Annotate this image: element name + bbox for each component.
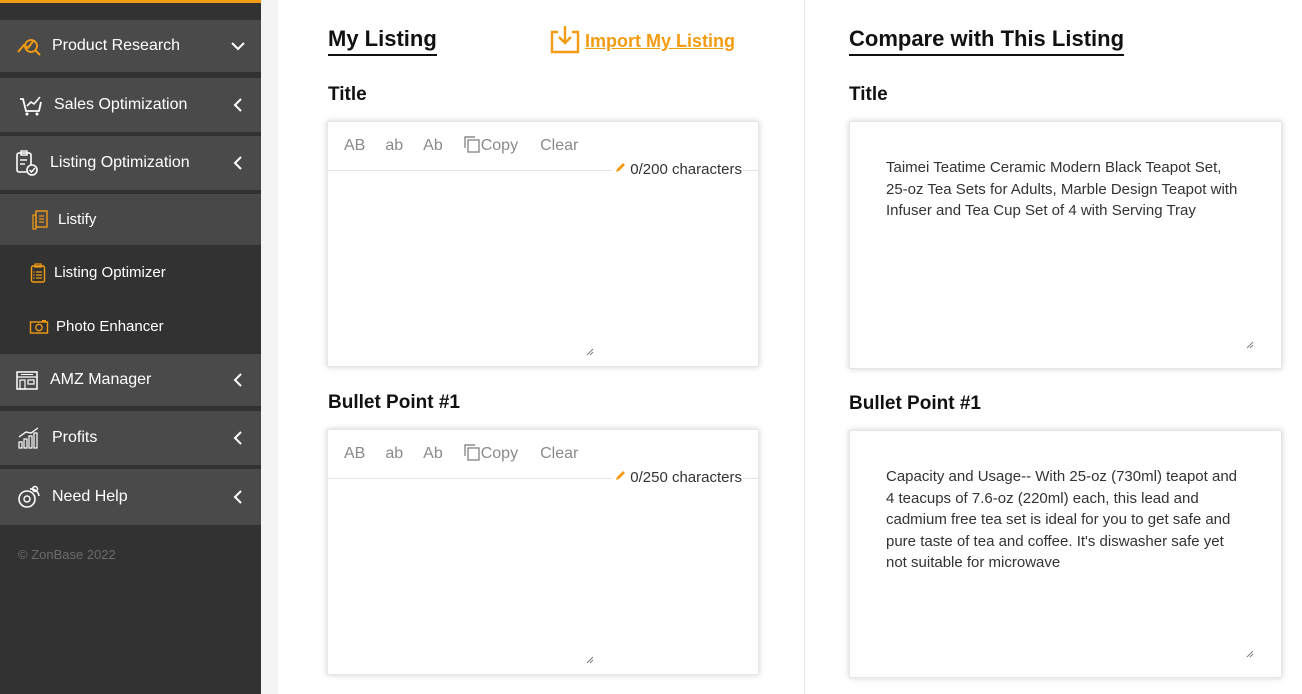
chevron-left-icon[interactable] [231, 490, 245, 504]
chevron-left-icon[interactable] [231, 98, 245, 112]
resize-handle-icon[interactable] [586, 343, 594, 356]
resize-handle-icon[interactable] [586, 651, 594, 664]
sidebar-item-label: Listing Optimizer [54, 264, 166, 281]
sidebar-item-label: Listify [58, 211, 97, 228]
title-counter-text: 0/200 characters [630, 161, 742, 178]
checklist-icon [28, 260, 48, 286]
resize-handle-icon[interactable] [1246, 645, 1254, 658]
clear-button[interactable]: Clear [540, 137, 578, 155]
sidebar-item-label: Sales Optimization [54, 96, 188, 113]
my-bullet1-editor: AB ab Ab Copy Clear 0/250 characters [327, 429, 759, 675]
capitalize-button[interactable]: Ab [423, 445, 443, 463]
my-title-editor: AB ab Ab Copy Clear 0/200 characters [327, 121, 759, 367]
import-my-listing-label: Import My Listing [585, 31, 735, 51]
pencil-icon [614, 469, 627, 486]
sidebar-item-label: Listing Optimization [50, 154, 190, 171]
compare-title-text: Taimei Teatime Ceramic Modern Black Teap… [886, 159, 1238, 219]
copy-icon [463, 135, 481, 158]
clear-button[interactable]: Clear [540, 445, 578, 463]
store-icon [14, 367, 40, 393]
uppercase-button[interactable]: AB [344, 137, 365, 155]
bullet1-counter-text: 0/250 characters [630, 469, 742, 486]
lowercase-button[interactable]: ab [385, 137, 403, 155]
compare-title-box[interactable]: Taimei Teatime Ceramic Modern Black Teap… [849, 121, 1282, 369]
copy-button[interactable]: Copy [463, 443, 518, 466]
sidebar-item-need-help[interactable]: Need Help [0, 469, 261, 525]
lowercase-button[interactable]: ab [385, 445, 403, 463]
support-icon [16, 484, 42, 510]
sidebar-item-listing-optimizer[interactable]: Listing Optimizer [0, 247, 261, 298]
uppercase-button[interactable]: AB [344, 445, 365, 463]
sidebar-item-product-research[interactable]: Product Research [0, 20, 261, 72]
bar-growth-icon [16, 425, 42, 451]
camera-icon [28, 314, 50, 340]
list-doc-icon [30, 207, 50, 233]
import-icon [549, 24, 581, 59]
capitalize-button[interactable]: Ab [423, 137, 443, 155]
clipboard-check-icon [14, 150, 40, 176]
sidebar-item-label: Photo Enhancer [56, 318, 164, 335]
chevron-left-icon[interactable] [231, 431, 245, 445]
copy-icon [463, 443, 481, 466]
my-bullet1-label: Bullet Point #1 [328, 392, 460, 413]
copy-label: Copy [480, 445, 519, 462]
resize-handle-icon[interactable] [1246, 336, 1254, 349]
app-root: Product Research Sales Optimization List… [0, 0, 1302, 694]
sidebar-item-label: Profits [52, 429, 98, 446]
compare-bullet1-label: Bullet Point #1 [849, 393, 981, 414]
sidebar-item-label: AMZ Manager [50, 371, 152, 388]
cart-chart-icon [18, 92, 44, 118]
chevron-left-icon[interactable] [231, 156, 245, 170]
sidebar-item-profits[interactable]: Profits [0, 411, 261, 465]
sidebar-item-photo-enhancer[interactable]: Photo Enhancer [0, 301, 261, 352]
copyright: © ZonBase 2022 [18, 547, 116, 562]
compare-title-label: Title [849, 84, 888, 105]
sidebar-item-listing-optimization[interactable]: Listing Optimization [0, 136, 261, 190]
chevron-left-icon[interactable] [231, 373, 245, 387]
copy-label: Copy [480, 137, 519, 154]
sidebar-item-listify[interactable]: Listify [0, 194, 261, 245]
sidebar-item-label: Need Help [52, 488, 128, 505]
compare-bullet1-text: Capacity and Usage-- With 25-oz (730ml) … [886, 468, 1238, 571]
title-char-counter: 0/200 characters [612, 161, 742, 178]
sidebar-item-amz-manager[interactable]: AMZ Manager [0, 354, 261, 406]
import-my-listing-link[interactable]: Import My Listing [549, 24, 735, 59]
pencil-icon [614, 161, 627, 178]
content-gutter [261, 0, 278, 694]
sidebar-item-label: Product Research [52, 37, 181, 54]
copy-button[interactable]: Copy [463, 135, 518, 158]
bullet1-text-area[interactable] [344, 490, 742, 654]
sidebar-item-sales-optimization[interactable]: Sales Optimization [0, 78, 261, 132]
chart-search-icon [16, 33, 42, 59]
sidebar: Product Research Sales Optimization List… [0, 0, 261, 694]
sidebar-accent-bar [0, 0, 261, 3]
my-title-label: Title [328, 84, 367, 105]
column-divider [804, 0, 805, 694]
bullet1-char-counter: 0/250 characters [612, 469, 742, 486]
chevron-down-icon[interactable] [231, 39, 245, 53]
compare-heading: Compare with This Listing [849, 26, 1125, 56]
title-text-area[interactable] [344, 182, 742, 346]
compare-bullet1-box[interactable]: Capacity and Usage-- With 25-oz (730ml) … [849, 430, 1282, 678]
my-listing-heading: My Listing [328, 26, 437, 56]
